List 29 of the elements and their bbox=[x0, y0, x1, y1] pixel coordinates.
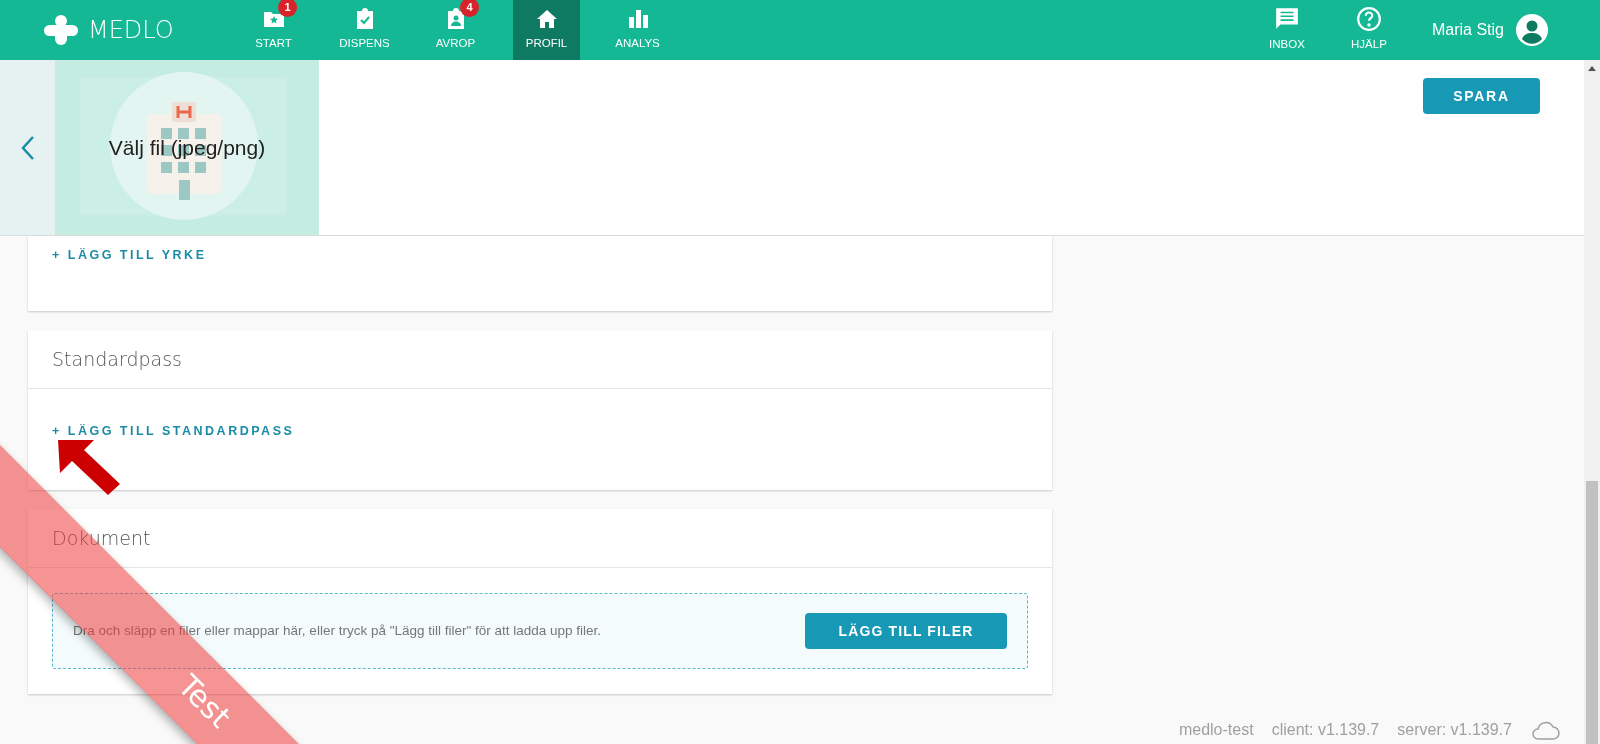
logo-text: MEDLO bbox=[88, 15, 174, 46]
section-title: Standardpass bbox=[52, 346, 182, 372]
cloud-icon bbox=[1530, 720, 1560, 740]
cross-logo-icon bbox=[44, 15, 78, 45]
help-icon bbox=[1355, 6, 1382, 33]
nav-tab[interactable]: PROFIL bbox=[513, 0, 580, 60]
user-name: Maria Stig bbox=[1431, 20, 1504, 40]
notification-badge: 1 bbox=[278, 0, 297, 17]
version-text: server: v1.139.7 bbox=[1397, 720, 1512, 740]
version-text: medlo-test bbox=[1178, 720, 1254, 740]
add-standard-shift-link[interactable]: + LÄGG TILL STANDARDPASS bbox=[52, 422, 295, 441]
save-button[interactable]: SPARA bbox=[1423, 78, 1540, 114]
nav-tab[interactable]: DISPENS bbox=[331, 0, 398, 60]
nav-tab[interactable]: START 1 bbox=[240, 0, 307, 60]
notification-badge: 4 bbox=[460, 0, 479, 17]
version-text: client: v1.139.7 bbox=[1271, 720, 1380, 740]
nav-tab[interactable]: ANALYS bbox=[604, 0, 671, 60]
image-upload-area[interactable]: Välj fil (jpeg/png) bbox=[55, 60, 319, 235]
nav-tab[interactable]: INBOX bbox=[1253, 0, 1320, 60]
add-profession-link[interactable]: + LÄGG TILL YRKE bbox=[52, 246, 207, 265]
nav-tab[interactable]: HJÄLP bbox=[1335, 0, 1402, 60]
avatar-icon[interactable] bbox=[1516, 14, 1548, 46]
chevron-left-icon bbox=[20, 134, 35, 161]
annotation-arrow bbox=[56, 438, 122, 496]
scrollbar[interactable] bbox=[1584, 60, 1600, 744]
nav-tab[interactable]: AVROP 4 bbox=[422, 0, 489, 60]
add-files-button[interactable]: LÄGG TILL FILER bbox=[805, 613, 1007, 649]
scroll-up-arrow-icon[interactable] bbox=[1588, 66, 1596, 71]
choose-file-label: Välj fil (jpeg/png) bbox=[108, 134, 266, 161]
